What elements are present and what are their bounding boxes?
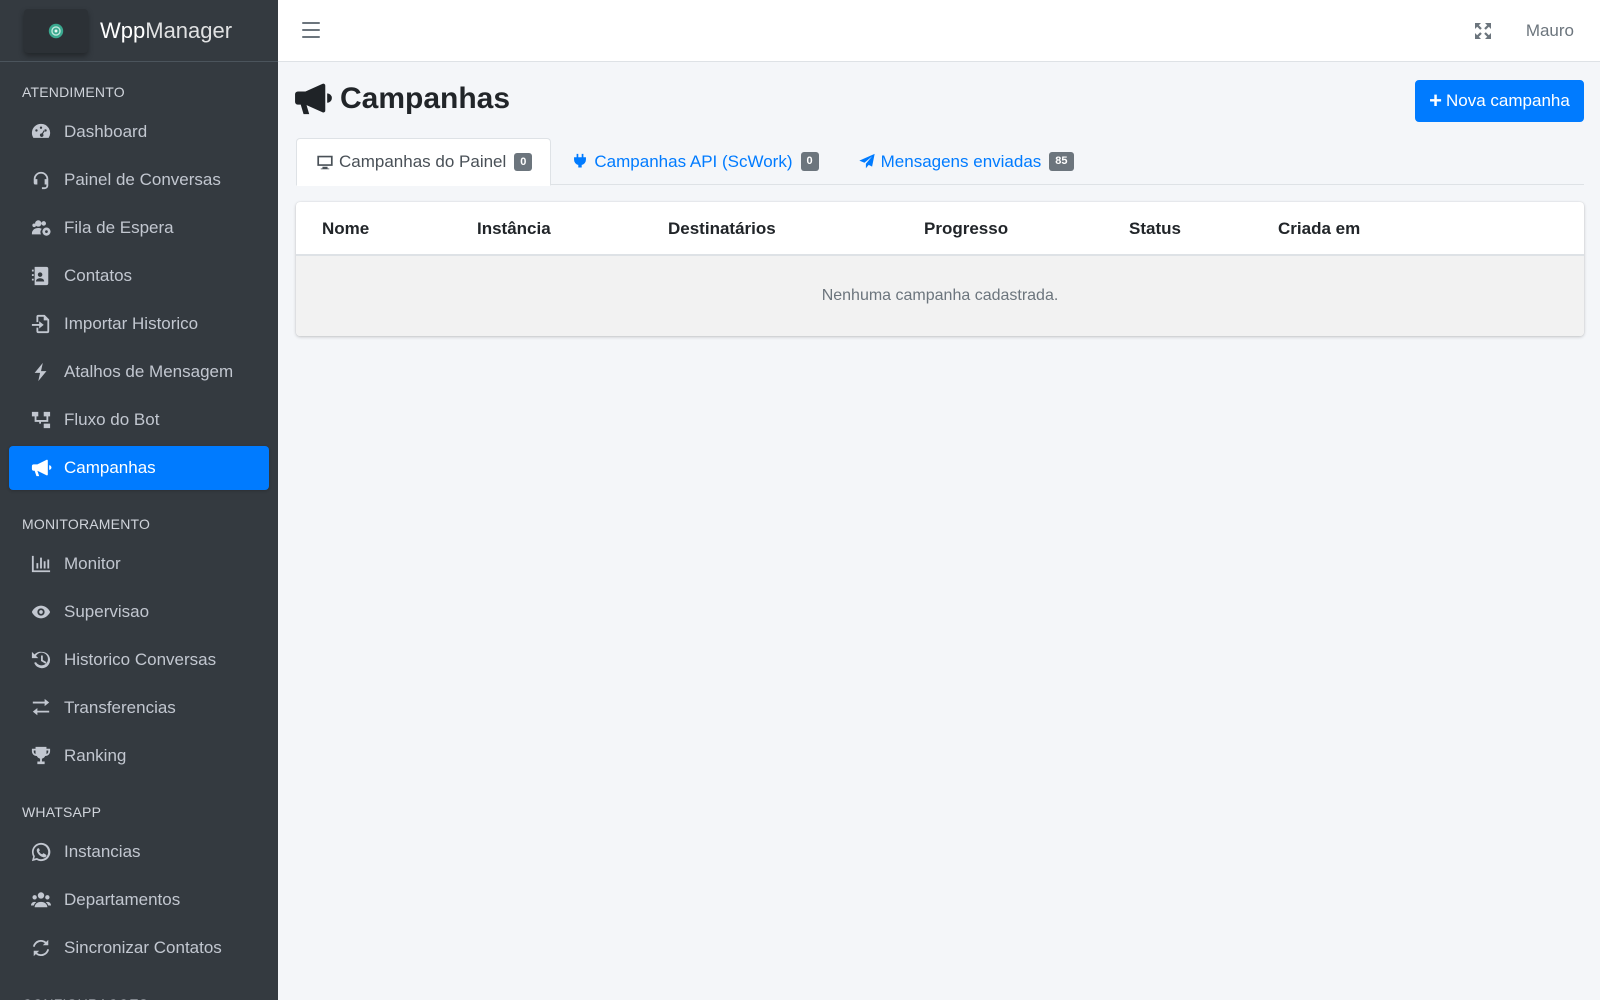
sidebar-item-supervisao[interactable]: Supervisao xyxy=(9,590,269,634)
top-navbar: Mauro xyxy=(278,0,1600,62)
table-header: Nome Instância Destinatários Progresso Statu… xyxy=(296,202,1584,256)
sidebar-item-painel-de-conversas[interactable]: Painel de Conversas xyxy=(9,158,269,202)
user-menu[interactable]: Mauro xyxy=(1526,21,1574,41)
sidebar-item-label: Transferencias xyxy=(64,698,176,717)
column-header[interactable]: Instância xyxy=(477,219,551,239)
sidebar-item-label: Atalhos de Mensagem xyxy=(64,362,234,381)
sidebar-item-contatos[interactable]: Contatos xyxy=(9,254,269,298)
tab-label: Campanhas API (ScWork) xyxy=(594,151,793,171)
column-header[interactable]: Progresso xyxy=(924,219,1008,239)
chart-bar-icon xyxy=(29,553,53,575)
fullscreen-icon[interactable] xyxy=(1474,22,1492,40)
hamburger-menu-icon[interactable] xyxy=(302,22,320,38)
sidebar-item-label: Importar Historico xyxy=(64,314,199,333)
dashboard-icon xyxy=(29,121,53,143)
sidebar-item-fluxo-do-bot[interactable]: Fluxo do Bot xyxy=(9,398,269,442)
tab-label: Campanhas do Painel xyxy=(339,152,507,171)
users-icon xyxy=(29,889,53,911)
file-import-icon xyxy=(29,313,53,335)
sync-icon xyxy=(29,937,53,959)
plug-icon xyxy=(570,153,590,171)
eye-icon xyxy=(29,601,53,623)
sidebar-item-label: Ranking xyxy=(64,746,127,765)
sidebar-item-label: Contatos xyxy=(64,266,133,285)
sidebar-item-fila-de-espera[interactable]: Fila de Espera xyxy=(9,206,269,250)
bullhorn-icon xyxy=(294,82,334,116)
sidebar-item-dashboard[interactable]: Dashboard xyxy=(9,110,269,154)
headset-icon xyxy=(29,169,53,191)
sidebar-item-ranking[interactable]: Ranking xyxy=(9,734,269,778)
main-content: Campanhas + Nova campanha Campanhas do P… xyxy=(278,62,1600,1000)
trophy-icon xyxy=(29,745,53,767)
sidebar-item-label: Painel de Conversas xyxy=(64,170,221,189)
brand[interactable]: WppManager xyxy=(0,0,278,62)
sidebar-item-label: Monitor xyxy=(64,554,121,573)
users-cog-icon xyxy=(29,217,53,239)
sidebar-section-header: MONITORAMENTO xyxy=(22,516,151,532)
sidebar-item-label: Campanhas xyxy=(64,458,156,477)
tab-campanhas-api-scwork[interactable]: Campanhas API (ScWork) 0 xyxy=(551,138,837,185)
paper-plane-icon xyxy=(857,153,877,171)
address-book-icon xyxy=(29,265,53,287)
sidebar: WppManager ATENDIMENTO Dashboard Painel de… xyxy=(0,0,278,1000)
sidebar-item-label: Instancias xyxy=(64,842,141,861)
empty-table-message: Nenhuma campanha cadastrada. xyxy=(296,256,1584,336)
count-badge: 0 xyxy=(514,152,533,172)
sidebar-item-importar-historico[interactable]: Importar Historico xyxy=(9,302,269,346)
tab-mensagens-enviadas[interactable]: Mensagens enviadas 85 xyxy=(838,138,1093,185)
desktop-icon xyxy=(315,153,335,171)
sidebar-section-header: CONFIGURACOES xyxy=(0,974,278,1000)
sidebar-item-label: Sincronizar Contatos xyxy=(64,938,222,957)
new-campaign-button[interactable]: + Nova campanha xyxy=(1415,80,1584,122)
campaign-tabs: Campanhas do Painel 0 Campanhas API (ScWor… xyxy=(296,138,1584,186)
exchange-icon xyxy=(29,697,53,719)
brand-name: WppManager xyxy=(100,17,233,43)
sidebar-item-label: Departamentos xyxy=(64,890,181,909)
column-header[interactable]: Destinatários xyxy=(668,219,776,239)
tab-label: Mensagens enviadas xyxy=(880,151,1042,171)
brand-logo-icon xyxy=(24,8,88,53)
whatsapp-icon xyxy=(29,841,53,863)
column-header[interactable]: Status xyxy=(1129,219,1181,239)
sitemap-icon xyxy=(29,409,53,431)
plus-icon: + xyxy=(1429,88,1443,113)
sidebar-item-label: Historico Conversas xyxy=(64,650,217,669)
sidebar-item-monitor[interactable]: Monitor xyxy=(9,542,269,586)
bullhorn-icon xyxy=(29,457,53,479)
campaigns-table: Nome Instância Destinatários Progresso Statu… xyxy=(296,202,1584,336)
sidebar-item-campanhas[interactable]: Campanhas xyxy=(9,446,269,490)
count-badge: 85 xyxy=(1049,152,1074,171)
page-title: Campanhas xyxy=(294,82,510,116)
column-header[interactable]: Criada em xyxy=(1278,219,1360,239)
sidebar-item-instancias[interactable]: Instancias xyxy=(9,830,269,874)
column-header[interactable]: Nome xyxy=(322,219,369,239)
sidebar-item-label: Fila de Espera xyxy=(64,218,174,237)
sidebar-item-label: Fluxo do Bot xyxy=(64,410,160,429)
sidebar-section-header: ATENDIMENTO xyxy=(22,84,125,100)
history-icon xyxy=(29,649,53,671)
bolt-icon xyxy=(29,361,53,383)
sidebar-item-transferencias[interactable]: Transferencias xyxy=(9,686,269,730)
sidebar-nav: ATENDIMENTO Dashboard Painel de Conversas F… xyxy=(0,62,278,1000)
sidebar-item-historico-conversas[interactable]: Historico Conversas xyxy=(9,638,269,682)
sidebar-section-header: WHATSAPP xyxy=(22,804,102,820)
count-badge: 0 xyxy=(800,152,819,171)
tab-campanhas-do-painel[interactable]: Campanhas do Painel 0 xyxy=(296,138,552,186)
sidebar-item-atalhos-de-mensagem[interactable]: Atalhos de Mensagem xyxy=(9,350,269,394)
sidebar-item-sincronizar-contatos[interactable]: Sincronizar Contatos xyxy=(9,926,269,970)
sidebar-item-departamentos[interactable]: Departamentos xyxy=(9,878,269,922)
sidebar-item-label: Dashboard xyxy=(64,122,148,141)
sidebar-item-label: Supervisao xyxy=(64,602,150,621)
